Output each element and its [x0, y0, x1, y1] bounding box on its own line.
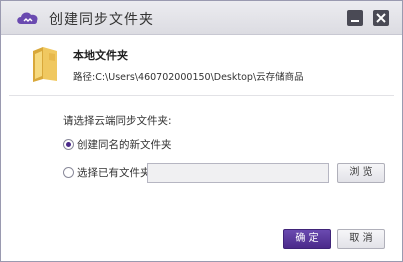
- create-new-folder-radio[interactable]: [63, 139, 74, 150]
- existing-folder-input[interactable]: [147, 163, 329, 183]
- create-sync-folder-dialog: 创建同步文件夹 本地文件夹 路径:C:\Users\460702000150\D…: [0, 0, 403, 262]
- folder-path: 路径:C:\Users\460702000150\Desktop\云存储商品: [73, 69, 304, 83]
- path-label: 路径:: [73, 72, 96, 83]
- divider: [9, 95, 394, 96]
- choose-existing-folder-radio[interactable]: [63, 167, 74, 178]
- browse-button[interactable]: 浏 览: [337, 163, 385, 183]
- minimize-button[interactable]: [347, 10, 363, 26]
- local-folder-label: 本地文件夹: [73, 49, 128, 62]
- ok-button[interactable]: 确 定: [283, 229, 331, 249]
- path-value: C:\Users\460702000150\Desktop\云存储商品: [95, 72, 304, 83]
- dialog-title: 创建同步文件夹: [49, 12, 154, 28]
- cloud-icon: [15, 8, 41, 28]
- folder-icon: [31, 45, 61, 83]
- create-new-folder-label[interactable]: 创建同名的新文件夹: [77, 137, 172, 152]
- cancel-button[interactable]: 取 消: [337, 229, 385, 249]
- title-bar[interactable]: 创建同步文件夹: [1, 1, 402, 35]
- close-icon: [376, 13, 386, 23]
- sync-prompt: 请选择云端同步文件夹:: [63, 115, 172, 127]
- close-button[interactable]: [373, 10, 389, 26]
- choose-existing-folder-label[interactable]: 选择已有文件夹: [77, 165, 151, 180]
